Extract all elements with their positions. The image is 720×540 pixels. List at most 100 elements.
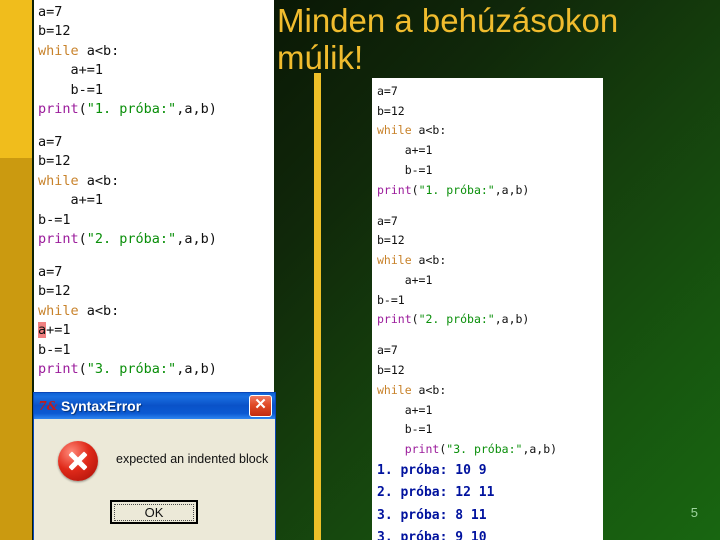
error-icon [58,441,98,481]
code-line: b=12 [377,102,603,122]
ok-button-label: OK [114,503,194,521]
code-token: print [377,182,412,197]
code-token: "3. próba:" [86,360,177,377]
dialog-message: expected an indented block [116,452,269,466]
code-line: b=12 [377,231,603,251]
code-token: b=12 [377,233,405,248]
syntax-error-dialog[interactable]: 7& SyntaxError ✕ expected an indented bl… [33,392,276,540]
close-icon[interactable]: ✕ [249,395,272,417]
code-token: a+=1 [377,143,433,158]
code-line: print("1. próba:",a,b) [38,100,274,119]
code-token: +=1 [46,322,71,339]
code-token: a=7 [377,84,398,98]
code-token: b=12 [377,103,405,118]
code-token: ,a,b) [176,101,217,118]
code-line: b-=1 [38,81,274,100]
code-token: ,a,b) [176,360,217,377]
code-token: a<b: [411,253,447,268]
code-line: a=7 [377,82,603,102]
code-token: a<b: [78,42,120,59]
code-line: b=12 [377,361,603,381]
code-line: a+=1 [38,61,274,80]
dialog-titlebar[interactable]: 7& SyntaxError ✕ [34,393,275,419]
code-token: a+=1 [38,62,104,79]
gold-band-lower [0,158,32,540]
code-line: a=7 [38,263,274,282]
code-token: a<b: [411,382,447,397]
code-line: print("2. próba:",a,b) [377,310,603,330]
code-token: ( [78,101,87,118]
slide-canvas: Minden a behúzásokon múlik! a=7 b=12 while… [0,0,720,540]
code-token: while [38,42,79,59]
page-number: 5 [690,505,698,520]
code-token: "1. próba:" [86,101,177,118]
code-line: a=7 [377,212,603,232]
code-token: ( [78,360,87,377]
code-token: b=12 [38,283,71,300]
code-token: ,a,b) [494,182,530,197]
code-token: ,a,b) [176,230,217,247]
code-token: "3. próba:" [446,441,523,456]
code-token: a+=1 [377,402,433,417]
code-line: b-=1 [377,420,603,440]
output-line: 3. próba: 9 10 [377,530,487,540]
code-line: b=12 [38,22,274,41]
code-token: ,a,b) [494,312,530,327]
code-token: a+=1 [377,272,433,287]
code-line: a=7 [38,133,274,152]
dialog-caption: SyntaxError [61,398,142,414]
code-token: a+=1 [38,192,104,209]
code-token: a=7 [38,263,63,280]
code-token: b-=1 [377,162,433,177]
code-line: a=7 [377,341,603,361]
code-token: a<b: [411,123,447,138]
code-token: b-=1 [38,211,71,228]
code-token: b=12 [38,153,71,170]
code-line: b-=1 [377,161,603,181]
code-token: print [38,360,79,377]
code-token: "2. próba:" [418,312,495,327]
dialog-body: expected an indented block OK [34,419,275,540]
code-token: while [377,253,412,268]
code-token: "1. próba:" [418,182,495,197]
code-line: print("1. próba:",a,b) [377,181,603,201]
code-line: a+=1 [377,141,603,161]
code-line: b=12 [38,152,274,171]
output-line: 2. próba: 12 11 [377,485,495,501]
gold-band-upper [0,0,32,158]
code-token: a<b: [78,302,120,319]
code-line: while a<b: [377,121,603,141]
code-line: while a<b: [377,251,603,271]
ok-button[interactable]: OK [110,500,198,524]
code-token: while [38,172,79,189]
code-line: a+=1 [377,271,603,291]
code-token: b-=1 [377,422,433,437]
code-line: while a<b: [38,172,274,191]
code-line: b=12 [38,282,274,301]
code-token: a<b: [78,172,120,189]
code-token: b=12 [377,363,405,378]
left-gold-band [0,0,32,540]
code-line: b-=1 [377,291,603,311]
code-line: print("3. próba:",a,b) [377,440,603,460]
left-code-panel: a=7 b=12 while a<b: a+=1 b-=1 print("1. pró… [34,0,274,400]
code-line: a+=1 [38,191,274,210]
output-line: 3. próba: 8 11 [377,507,487,523]
code-line: a+=1 [38,321,274,340]
code-token: ( [78,230,87,247]
code-line: print("2. próba:",a,b) [38,230,274,249]
code-line: b-=1 [38,341,274,360]
code-token: while [38,302,79,319]
code-token: b-=1 [38,81,104,98]
code-token: b-=1 [38,341,71,358]
code-token: a [38,322,47,339]
code-token: b-=1 [377,292,405,307]
code-token: print [377,312,412,327]
output-line: 1. próba: 10 9 [377,462,487,478]
code-token: a=7 [38,133,63,150]
code-token: while [377,123,412,138]
